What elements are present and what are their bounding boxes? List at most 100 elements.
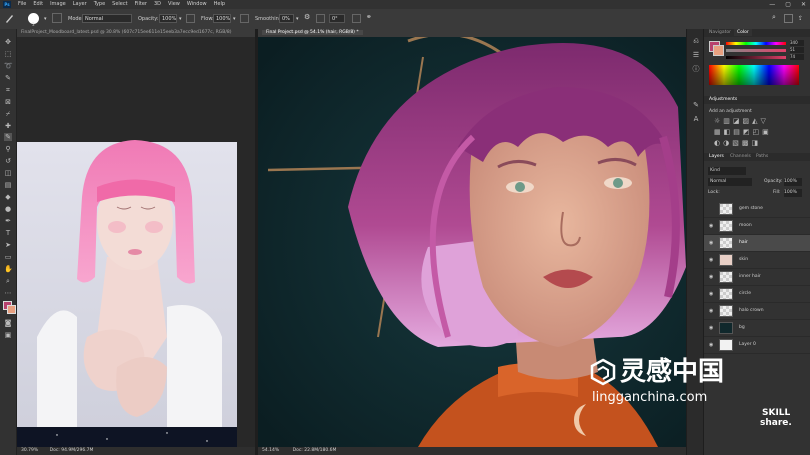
adjustment-icons-row-1[interactable]: ☼▥◪▨◭▽ — [714, 117, 769, 125]
layer-filter-kind[interactable]: Kind — [708, 167, 746, 175]
pressure-opacity-icon[interactable] — [186, 14, 195, 23]
tab-channels[interactable]: Channels — [730, 153, 751, 160]
screen-mode-icon[interactable]: ▣ — [4, 331, 12, 339]
history-brush-tool-icon[interactable]: ↺ — [4, 157, 12, 165]
smoothing-field[interactable]: 0% — [279, 14, 294, 23]
dodge-tool-icon[interactable]: ● — [4, 205, 12, 213]
blur-tool-icon[interactable]: ◆ — [4, 193, 12, 201]
background-color-swatch[interactable] — [7, 305, 16, 314]
doc-tab-moodboard[interactable]: FinalProject_Moodboard_latest.psd @ 30.8… — [17, 29, 255, 37]
frame-tool-icon[interactable]: ⊠ — [4, 98, 12, 106]
more-tools-icon[interactable]: ⋯ — [4, 289, 12, 297]
eye-icon[interactable]: ◉ — [709, 223, 715, 229]
menu-layer[interactable]: Layer — [73, 0, 87, 9]
angle-icon[interactable] — [316, 14, 325, 23]
menu-file[interactable]: File — [18, 0, 26, 9]
mode-select[interactable]: Normal — [82, 14, 132, 23]
hue-value[interactable]: 340 — [790, 40, 804, 46]
color-spectrum[interactable] — [709, 65, 799, 85]
crop-tool-icon[interactable]: ⌗ — [4, 86, 12, 94]
layer-row[interactable]: ◉ Layer 0 — [704, 337, 810, 354]
tab-color[interactable]: Color — [734, 29, 752, 36]
zoom-level[interactable]: 54.14% — [262, 448, 279, 453]
adjustment-icons-row-2[interactable]: ▦◧▤◩◰▣ — [714, 128, 772, 136]
doc-tab-final-project-label[interactable]: Final Project.psd @ 54.1% (hair, RGB/8) … — [262, 30, 363, 35]
eye-icon[interactable]: ◉ — [709, 342, 715, 348]
eyedropper-tool-icon[interactable]: ⌿ — [4, 110, 12, 118]
brush-settings-icon[interactable] — [52, 13, 62, 23]
layer-row[interactable]: ◉ inner hair — [704, 269, 810, 286]
workspace-icon[interactable] — [784, 14, 793, 23]
chevron-down-icon[interactable]: ▾ — [179, 15, 182, 23]
airbrush-icon[interactable] — [240, 14, 249, 23]
menu-image[interactable]: Image — [50, 0, 66, 9]
marquee-tool-icon[interactable]: ⬚ — [4, 50, 12, 58]
hand-tool-icon[interactable]: ✋ — [4, 265, 13, 273]
layer-row[interactable]: ◉ circle — [704, 286, 810, 303]
saturation-slider[interactable] — [726, 49, 786, 52]
layer-opacity-field[interactable]: 100% — [784, 178, 802, 186]
menu-window[interactable]: Window — [187, 0, 207, 9]
brush-tool-icon[interactable]: ✎ — [4, 133, 12, 141]
gear-icon[interactable]: ⚙ — [304, 13, 310, 21]
menu-filter[interactable]: Filter — [135, 0, 147, 9]
menu-edit[interactable]: Edit — [33, 0, 43, 9]
layer-row[interactable]: ◉ moon — [704, 218, 810, 235]
menu-view[interactable]: View — [168, 0, 180, 9]
close-button[interactable]: ✕ — [801, 0, 806, 9]
eye-icon[interactable]: ◉ — [709, 291, 715, 297]
brush-tool-icon[interactable] — [4, 13, 15, 24]
restore-button[interactable]: ▢ — [785, 0, 791, 9]
brightness-value[interactable]: 74 — [790, 54, 804, 60]
brightness-slider[interactable] — [726, 56, 786, 59]
layer-row[interactable]: ◉ skin — [704, 252, 810, 269]
symmetry-icon[interactable]: ⚭ — [366, 13, 372, 21]
menu-help[interactable]: Help — [214, 0, 225, 9]
healing-tool-icon[interactable]: ✚ — [4, 122, 12, 130]
brush-settings-icon[interactable]: ✎ — [692, 101, 700, 109]
fill-field[interactable]: 100% — [784, 189, 802, 197]
layer-row[interactable]: ◉ halo crown — [704, 303, 810, 320]
eye-icon[interactable]: ◉ — [709, 274, 715, 280]
search-icon[interactable]: ⌕ — [772, 13, 776, 21]
layer-row[interactable]: ◉ bg — [704, 320, 810, 337]
eraser-tool-icon[interactable]: ◫ — [4, 169, 12, 177]
flow-field[interactable]: 100% — [213, 14, 231, 23]
eye-icon[interactable]: ◉ — [709, 240, 715, 246]
eye-icon[interactable]: ◉ — [709, 325, 715, 331]
eye-icon[interactable]: ◉ — [709, 257, 715, 263]
chevron-down-icon[interactable]: ▾ — [44, 15, 47, 23]
quick-mask-icon[interactable]: ◙ — [4, 319, 12, 327]
eye-icon[interactable]: ◉ — [709, 308, 715, 314]
adjustment-icons-row-3[interactable]: ◐◑▧▩◨ — [714, 139, 761, 147]
background-swatch[interactable] — [713, 45, 724, 56]
minimize-button[interactable]: — — [769, 0, 775, 9]
quick-select-tool-icon[interactable]: ✎ — [4, 74, 12, 82]
rectangle-tool-icon[interactable]: ▭ — [4, 253, 12, 261]
character-icon[interactable]: A — [692, 115, 700, 123]
move-tool-icon[interactable]: ✥ — [4, 38, 12, 46]
blend-mode-select[interactable]: Normal — [708, 178, 752, 186]
tab-navigator[interactable]: Navigator — [709, 29, 731, 36]
menu-3d[interactable]: 3D — [154, 0, 161, 9]
properties-icon[interactable]: ☰ — [692, 51, 700, 59]
hue-slider[interactable] — [726, 42, 786, 45]
pen-tool-icon[interactable]: ✒ — [4, 217, 12, 225]
adjustments-title[interactable]: Adjustments — [709, 96, 737, 103]
menu-type[interactable]: Type — [94, 0, 105, 9]
menu-select[interactable]: Select — [112, 0, 127, 9]
zoom-level[interactable]: 30.79% — [21, 448, 38, 453]
chevron-down-icon[interactable]: ▾ — [233, 15, 236, 23]
pressure-size-icon[interactable] — [352, 14, 361, 23]
tab-layers[interactable]: Layers — [709, 153, 724, 160]
path-select-tool-icon[interactable]: ➤ — [4, 241, 12, 249]
gradient-tool-icon[interactable]: ▤ — [4, 181, 12, 189]
angle-field[interactable]: 0° — [329, 14, 345, 23]
layer-row-selected[interactable]: ◉ hair — [704, 235, 810, 252]
tab-paths[interactable]: Paths — [756, 153, 768, 160]
zoom-tool-icon[interactable]: ⌕ — [4, 277, 12, 285]
lasso-tool-icon[interactable]: ➰ — [4, 62, 13, 70]
share-icon[interactable]: ⇪ — [798, 15, 803, 23]
chevron-down-icon[interactable]: ▾ — [296, 15, 299, 23]
info-icon[interactable]: ⓘ — [692, 65, 700, 73]
